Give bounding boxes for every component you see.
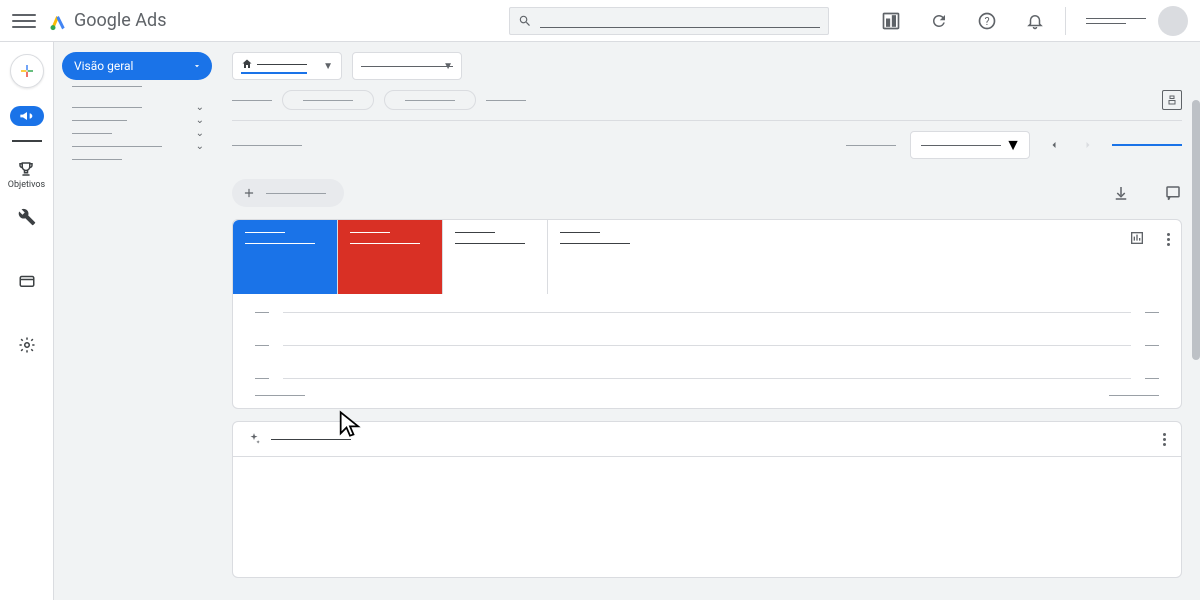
sidebar-item-4[interactable]: ⌄ — [62, 127, 214, 140]
sidebar-item-6[interactable] — [62, 153, 214, 166]
chart-area — [233, 294, 1181, 395]
tools-icon — [18, 208, 36, 226]
add-metric-button[interactable] — [232, 179, 344, 207]
account-scope-dropdown[interactable]: ▼ — [232, 52, 342, 80]
chart-x-start — [255, 395, 305, 396]
section-title — [232, 145, 302, 146]
card-menu-icon[interactable] — [1167, 233, 1171, 246]
date-prev-button[interactable] — [1044, 135, 1064, 155]
scrollbar-thumb[interactable] — [1192, 100, 1200, 360]
home-icon — [241, 58, 253, 70]
overview-button[interactable]: Visão geral — [62, 52, 212, 80]
metric-tab-1[interactable] — [233, 220, 338, 294]
sidebar-item-1[interactable] — [62, 80, 214, 93]
rail-admin[interactable] — [18, 336, 36, 354]
filter-chip-2[interactable] — [384, 90, 476, 110]
chart-type-icon[interactable] — [1129, 230, 1147, 248]
reports-icon[interactable] — [881, 11, 901, 31]
sidebar: Visão geral ⌄ ⌄ ⌄ ⌄ — [54, 42, 222, 600]
rail-objectives[interactable]: Objetivos — [8, 160, 45, 190]
metric-tab-3[interactable] — [443, 220, 548, 294]
product-name: Google Ads — [74, 10, 166, 31]
plus-icon — [242, 186, 256, 200]
account-switcher[interactable] — [1086, 18, 1146, 24]
trophy-icon — [17, 160, 35, 178]
metric-tab-2[interactable] — [338, 220, 443, 294]
svg-text:?: ? — [984, 15, 989, 28]
overview-label: Visão geral — [74, 59, 133, 73]
nav-rail: Objetivos — [0, 42, 54, 600]
card-icon — [18, 272, 36, 290]
product-logo[interactable]: Google Ads — [48, 10, 166, 31]
header-divider — [1065, 7, 1066, 35]
recommendations-card — [232, 421, 1182, 578]
google-ads-logo-icon — [48, 11, 68, 31]
rail-billing[interactable] — [18, 272, 36, 290]
rail-campaigns[interactable] — [10, 106, 44, 126]
filter-chip-1[interactable] — [282, 90, 374, 110]
rail-active-indicator — [12, 140, 42, 142]
date-range-select[interactable]: ▼ — [910, 131, 1030, 159]
campaign-scope-dropdown[interactable]: ▼ — [352, 52, 462, 80]
app-header: Google Ads ? — [0, 0, 1200, 42]
metric-tab-4[interactable] — [548, 220, 653, 294]
search-field[interactable] — [540, 13, 820, 28]
gear-icon — [18, 336, 36, 354]
search-input[interactable] — [509, 7, 829, 35]
sidebar-item-5[interactable]: ⌄ — [62, 140, 214, 153]
saved-view-icon[interactable] — [1162, 90, 1182, 110]
menu-icon[interactable] — [12, 9, 36, 33]
date-next-button[interactable] — [1078, 135, 1098, 155]
date-label — [846, 145, 896, 146]
sidebar-item-2[interactable]: ⌄ — [62, 101, 214, 114]
main-content: ▼ ▼ ▼ — [222, 42, 1200, 600]
compare-toggle[interactable] — [1112, 144, 1182, 146]
performance-chart-card — [232, 219, 1182, 409]
chart-x-end — [1109, 395, 1159, 396]
rail-objectives-label: Objetivos — [8, 180, 45, 190]
chevron-down-icon — [192, 61, 202, 71]
rail-tools[interactable] — [18, 208, 36, 226]
sidebar-item-3[interactable]: ⌄ — [62, 114, 214, 127]
recommendations-title — [271, 439, 351, 440]
notifications-icon[interactable] — [1025, 11, 1045, 31]
create-button[interactable] — [10, 54, 44, 88]
download-icon[interactable] — [1112, 184, 1130, 202]
filter-chips-row — [232, 90, 1182, 121]
card2-menu-icon[interactable] — [1163, 433, 1167, 446]
avatar[interactable] — [1158, 6, 1188, 36]
search-icon — [518, 14, 532, 28]
refresh-icon[interactable] — [929, 11, 949, 31]
megaphone-icon — [19, 110, 35, 122]
filter-trailing — [486, 100, 526, 101]
sparkle-icon — [247, 432, 261, 446]
help-icon[interactable]: ? — [977, 11, 997, 31]
feedback-icon[interactable] — [1164, 184, 1182, 202]
filter-label — [232, 100, 272, 101]
